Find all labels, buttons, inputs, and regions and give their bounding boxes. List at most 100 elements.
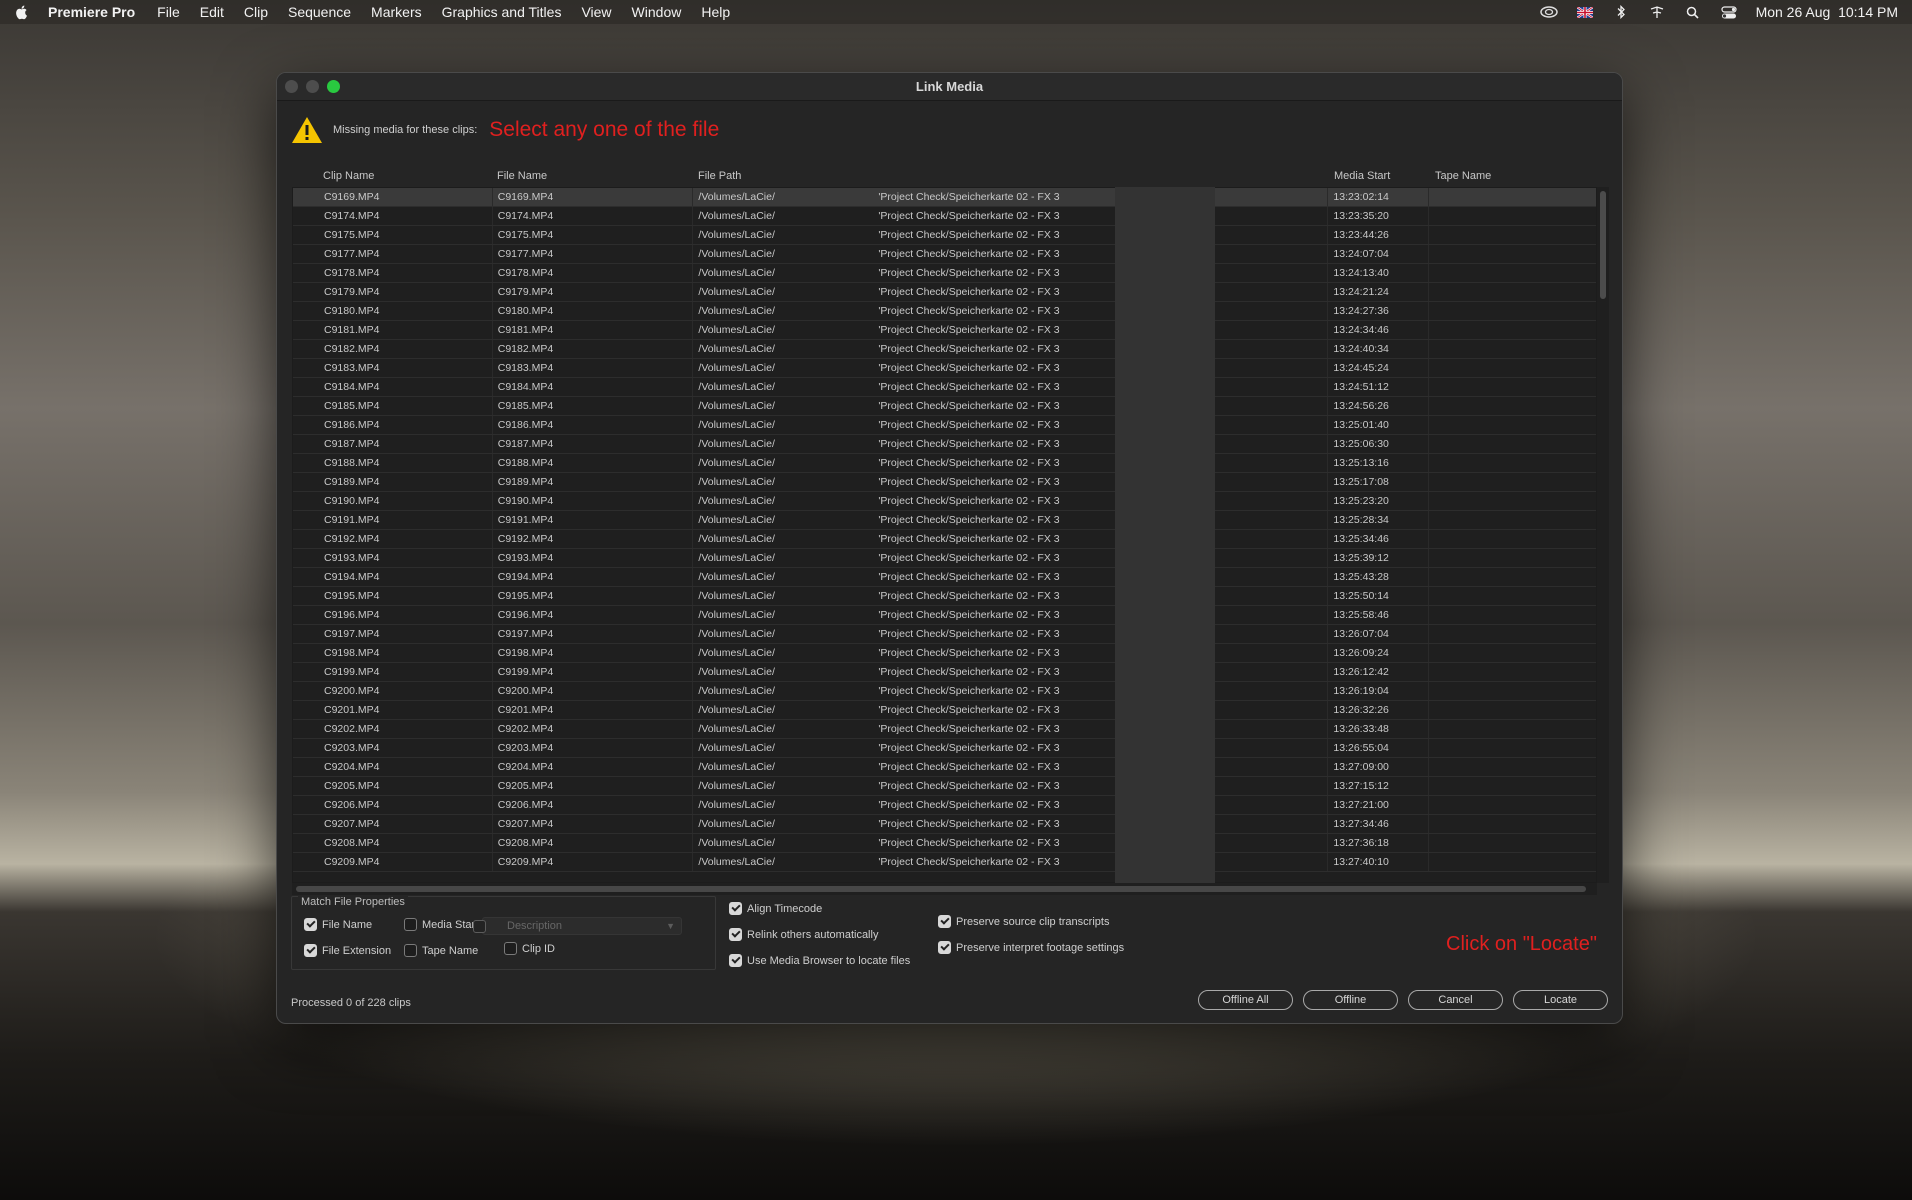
table-row[interactable]: C9178.MP4 C9178.MP4/Volumes/LaCie/ 'Projec… [293,264,1596,283]
network-icon[interactable] [1648,5,1666,19]
table-row[interactable]: C9184.MP4 C9184.MP4/Volumes/LaCie/ 'Projec… [293,378,1596,397]
offline-all-button[interactable]: Offline All [1198,990,1293,1010]
menu-markers[interactable]: Markers [371,4,422,20]
menubar-clock[interactable]: Mon 26 Aug 10:14 PM [1756,4,1898,20]
checkbox-unchecked-icon[interactable] [504,942,517,955]
file-extension-checkbox[interactable]: File Extension [304,944,391,957]
checkbox-unchecked-icon[interactable] [404,944,417,957]
table-row[interactable]: C9194.MP4 C9194.MP4/Volumes/LaCie/ 'Projec… [293,568,1596,587]
column-file-name[interactable]: File Name [492,165,693,187]
vertical-scrollbar[interactable] [1597,187,1609,883]
checkbox-checked-icon[interactable] [304,944,317,957]
table-row[interactable]: C9199.MP4 C9199.MP4/Volumes/LaCie/ 'Projec… [293,663,1596,682]
control-center-icon[interactable] [1720,5,1738,19]
checkbox-checked-icon[interactable] [729,928,742,941]
table-row[interactable]: C9192.MP4 C9192.MP4/Volumes/LaCie/ 'Projec… [293,530,1596,549]
table-row[interactable]: C9182.MP4 C9182.MP4/Volumes/LaCie/ 'Projec… [293,340,1596,359]
menu-window[interactable]: Window [632,4,682,20]
table-row[interactable]: C9195.MP4 C9195.MP4/Volumes/LaCie/ 'Projec… [293,587,1596,606]
horizontal-scrollbar[interactable] [292,883,1597,895]
tape-name-checkbox[interactable]: Tape Name [404,944,478,957]
table-row[interactable]: C9208.MP4 C9208.MP4/Volumes/LaCie/ 'Projec… [293,834,1596,853]
table-row[interactable]: C9174.MP4 C9174.MP4/Volumes/LaCie/ 'Projec… [293,207,1596,226]
table-row[interactable]: C9179.MP4 C9179.MP4/Volumes/LaCie/ 'Projec… [293,283,1596,302]
cell-clip-name: C9169.MP4 [293,188,493,206]
checkbox-checked-icon[interactable] [938,915,951,928]
creative-cloud-icon[interactable] [1539,5,1558,19]
table-row[interactable]: C9187.MP4 C9187.MP4/Volumes/LaCie/ 'Projec… [293,435,1596,454]
file-name-checkbox[interactable]: File Name [304,918,372,931]
cell-media-start: 13:25:06:30 [1328,435,1430,453]
align-timecode-checkbox[interactable]: Align Timecode [729,902,822,915]
relink-others-checkbox[interactable]: Relink others automatically [729,928,878,941]
checkbox-checked-icon[interactable] [729,902,742,915]
preserve-interpret-checkbox[interactable]: Preserve interpret footage settings [938,941,1124,954]
preserve-transcripts-checkbox[interactable]: Preserve source clip transcripts [938,915,1109,928]
cell-file-path: /Volumes/LaCie/ 'Project Check/Speicherka… [693,720,1329,738]
table-row[interactable]: C9203.MP4 C9203.MP4/Volumes/LaCie/ 'Projec… [293,739,1596,758]
table-row[interactable]: C9180.MP4 C9180.MP4/Volumes/LaCie/ 'Projec… [293,302,1596,321]
cell-file-name: C9193.MP4 [493,549,694,567]
column-file-path[interactable]: File Path [693,165,1329,187]
uk-flag-icon[interactable] [1576,5,1594,19]
checkbox-checked-icon[interactable] [304,918,317,931]
table-row[interactable]: C9181.MP4 C9181.MP4/Volumes/LaCie/ 'Projec… [293,321,1596,340]
table-row[interactable]: C9197.MP4 C9197.MP4/Volumes/LaCie/ 'Projec… [293,625,1596,644]
table-row[interactable]: C9204.MP4 C9204.MP4/Volumes/LaCie/ 'Projec… [293,758,1596,777]
column-media-start[interactable]: Media Start [1329,165,1430,187]
table-row[interactable]: C9200.MP4 C9200.MP4/Volumes/LaCie/ 'Projec… [293,682,1596,701]
table-row[interactable]: C9209.MP4 C9209.MP4/Volumes/LaCie/ 'Projec… [293,853,1596,872]
media-start-checkbox[interactable]: Media Start [404,918,478,931]
checkbox-unchecked-icon[interactable] [404,918,417,931]
table-row[interactable]: C9177.MP4 C9177.MP4/Volumes/LaCie/ 'Projec… [293,245,1596,264]
offline-button[interactable]: Offline [1303,990,1398,1010]
menu-clip[interactable]: Clip [244,4,268,20]
table-row[interactable]: C9201.MP4 C9201.MP4/Volumes/LaCie/ 'Projec… [293,701,1596,720]
table-row[interactable]: C9185.MP4 C9185.MP4/Volumes/LaCie/ 'Projec… [293,397,1596,416]
cell-media-start: 13:26:55:04 [1328,739,1430,757]
cancel-button[interactable]: Cancel [1408,990,1503,1010]
menu-view[interactable]: View [581,4,611,20]
table-row[interactable]: C9198.MP4 C9198.MP4/Volumes/LaCie/ 'Projec… [293,644,1596,663]
menu-help[interactable]: Help [701,4,730,20]
horizontal-scroll-thumb[interactable] [296,886,1586,892]
app-menu-premiere-pro[interactable]: Premiere Pro [48,4,135,20]
menu-graphics-and-titles[interactable]: Graphics and Titles [442,4,562,20]
table-row[interactable]: C9207.MP4 C9207.MP4/Volumes/LaCie/ 'Projec… [293,815,1596,834]
table-row[interactable]: C9196.MP4 C9196.MP4/Volumes/LaCie/ 'Projec… [293,606,1596,625]
table-row[interactable]: C9188.MP4 C9188.MP4/Volumes/LaCie/ 'Projec… [293,454,1596,473]
table-row[interactable]: C9175.MP4 C9175.MP4/Volumes/LaCie/ 'Projec… [293,226,1596,245]
menu-edit[interactable]: Edit [200,4,224,20]
cell-tape-name [1429,359,1596,377]
column-tape-name[interactable]: Tape Name [1430,165,1597,187]
close-window-button[interactable] [285,80,298,93]
table-row[interactable]: C9205.MP4 C9205.MP4/Volumes/LaCie/ 'Projec… [293,777,1596,796]
table-row[interactable]: C9169.MP4 C9169.MP4/Volumes/LaCie/ 'Projec… [293,188,1596,207]
table-row[interactable]: C9202.MP4 C9202.MP4/Volumes/LaCie/ 'Projec… [293,720,1596,739]
table-row[interactable]: C9191.MP4 C9191.MP4/Volumes/LaCie/ 'Projec… [293,511,1596,530]
apple-logo-icon[interactable] [14,4,30,20]
checkbox-checked-icon[interactable] [729,954,742,967]
maximize-window-button[interactable] [327,80,340,93]
locate-button[interactable]: Locate [1513,990,1608,1010]
menu-file[interactable]: File [157,4,180,20]
checkbox-checked-icon[interactable] [938,941,951,954]
clip-id-checkbox[interactable]: Clip ID [504,942,555,955]
cell-clip-name: C9183.MP4 [293,359,493,377]
search-icon[interactable] [1684,5,1702,19]
table-row[interactable]: C9193.MP4 C9193.MP4/Volumes/LaCie/ 'Projec… [293,549,1596,568]
column-clip-name[interactable]: Clip Name [292,165,492,187]
bluetooth-icon[interactable] [1612,5,1630,19]
use-media-browser-checkbox[interactable]: Use Media Browser to locate files [729,954,910,967]
cell-file-name: C9191.MP4 [493,511,694,529]
minimize-window-button[interactable] [306,80,319,93]
dialog-titlebar[interactable]: Link Media [277,73,1622,101]
table-row[interactable]: C9189.MP4 C9189.MP4/Volumes/LaCie/ 'Projec… [293,473,1596,492]
table-row[interactable]: C9206.MP4 C9206.MP4/Volumes/LaCie/ 'Projec… [293,796,1596,815]
table-row[interactable]: C9190.MP4 C9190.MP4/Volumes/LaCie/ 'Projec… [293,492,1596,511]
cell-file-path: /Volumes/LaCie/ 'Project Check/Speicherka… [693,530,1329,548]
table-row[interactable]: C9183.MP4 C9183.MP4/Volumes/LaCie/ 'Projec… [293,359,1596,378]
vertical-scroll-thumb[interactable] [1600,191,1606,299]
menu-sequence[interactable]: Sequence [288,4,351,20]
table-row[interactable]: C9186.MP4 C9186.MP4/Volumes/LaCie/ 'Projec… [293,416,1596,435]
